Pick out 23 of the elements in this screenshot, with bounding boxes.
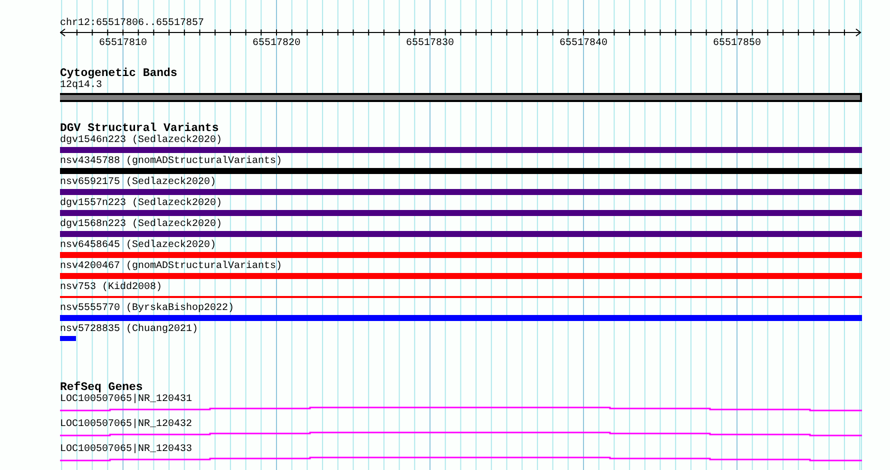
gene-label: LOC100507065|NR_120432	[60, 419, 192, 431]
variant-label: dgv1546n223 (Sedlazeck2020)	[60, 135, 222, 147]
gene-label: LOC100507065|NR_120433	[60, 444, 192, 456]
variant-label: nsv4345788 (gnomADStructuralVariants)	[60, 156, 282, 168]
location-label: chr12:65517806..65517857	[60, 18, 204, 29]
track-title: DGV Structural Variants	[60, 122, 219, 135]
track-title: Cytogenetic Bands	[60, 67, 178, 80]
variant-label: dgv1557n223 (Sedlazeck2020)	[60, 198, 222, 210]
variant-label: nsv5555770 (ByrskaBishop2022)	[60, 303, 234, 315]
variant-label: nsv5728835 (Chuang2021)	[60, 324, 198, 336]
variant-label: nsv6592175 (Sedlazeck2020)	[60, 177, 216, 189]
variant-label: nsv6458645 (Sedlazeck2020)	[60, 240, 216, 252]
band-label: 12q14.3	[60, 80, 102, 92]
tick-label: 65517820	[252, 38, 300, 46]
variant-label: nsv4200467 (gnomADStructuralVariants)	[60, 261, 282, 273]
variant-label: nsv753 (Kidd2008)	[60, 282, 162, 294]
gene-label: LOC100507065|NR_120431	[60, 394, 192, 406]
track-title: RefSeq Genes	[60, 381, 143, 394]
tick-label: 65517850	[713, 38, 761, 46]
tick-label: 65517810	[99, 38, 147, 46]
variant-label: dgv1568n223 (Sedlazeck2020)	[60, 219, 222, 231]
tick-label: 65517840	[560, 38, 608, 46]
tick-label: 65517830	[406, 38, 454, 46]
